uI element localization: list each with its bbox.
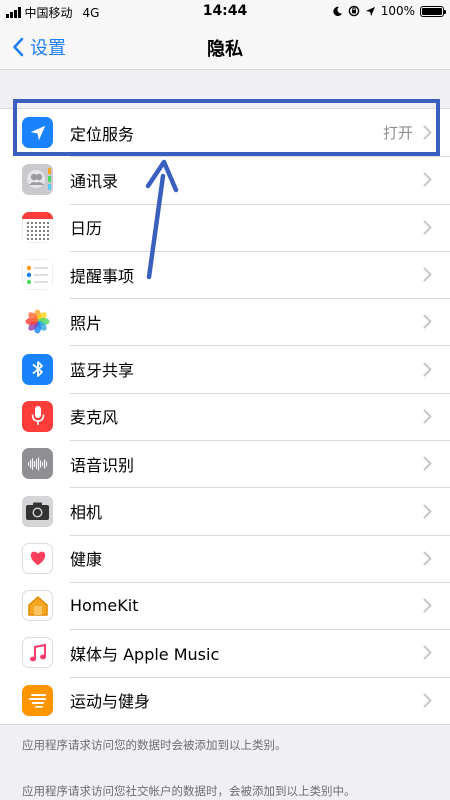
page-title: 隐私 xyxy=(207,39,243,60)
music-icon xyxy=(22,637,53,669)
row-label: 提醒事项 xyxy=(70,266,135,286)
footer-note-1: 应用程序请求访问您的数据时会被添加到以上类别。 xyxy=(22,738,287,752)
chevron-right-icon xyxy=(423,693,432,708)
privacy-row[interactable]: 运动与健身 xyxy=(0,676,450,724)
row-label: 媒体与 Apple Music xyxy=(70,644,220,664)
chevron-right-icon xyxy=(423,551,432,566)
microphone-icon xyxy=(22,400,53,432)
privacy-row[interactable]: 健康 xyxy=(0,534,450,582)
privacy-row[interactable]: 蓝牙共享 xyxy=(0,345,450,392)
privacy-row[interactable]: 通讯录 xyxy=(0,156,450,203)
row-label: 运动与健身 xyxy=(70,692,151,712)
status-bar: 中国移动 4G 14:44 100% xyxy=(0,0,450,24)
contacts-icon xyxy=(22,164,53,196)
location-status-icon xyxy=(365,6,375,16)
chevron-right-icon xyxy=(423,456,432,471)
highlight-box xyxy=(13,99,440,156)
privacy-row[interactable]: 语音识别 xyxy=(0,440,450,487)
calendar-icon xyxy=(22,211,53,243)
chevron-right-icon xyxy=(423,645,432,660)
battery-fill xyxy=(422,7,442,15)
row-label: 蓝牙共享 xyxy=(70,361,135,381)
row-label: 语音识别 xyxy=(70,455,135,475)
camera-icon xyxy=(22,495,53,527)
row-label: 麦克风 xyxy=(70,408,119,428)
privacy-row[interactable]: 相机 xyxy=(0,487,450,534)
privacy-row[interactable]: 日历 xyxy=(0,203,450,251)
navigation-bar: 设置 隐私 xyxy=(0,24,450,70)
row-label: 日历 xyxy=(70,219,103,239)
chevron-right-icon xyxy=(423,598,432,613)
speech-recognition-icon xyxy=(22,448,53,480)
row-label: 健康 xyxy=(70,550,103,570)
row-label: 照片 xyxy=(70,313,103,333)
privacy-list: 定位服务 打开 通讯录 日历 提醒事项 照片 蓝牙共享 麦克风 语音识别 相机 健康 HomeKit 媒… xyxy=(0,108,450,725)
row-label: 通讯录 xyxy=(70,171,119,191)
chevron-right-icon xyxy=(423,362,432,377)
privacy-row[interactable]: 提醒事项 xyxy=(0,250,450,298)
privacy-row[interactable]: 照片 xyxy=(0,298,450,345)
row-label: HomeKit xyxy=(70,596,139,616)
motion-fitness-icon xyxy=(22,684,53,716)
battery-icon xyxy=(420,5,446,17)
chevron-right-icon xyxy=(423,314,432,329)
photos-icon xyxy=(22,306,53,338)
battery-percent: 100% xyxy=(380,4,415,18)
chevron-right-icon xyxy=(423,267,432,282)
footer-note-2: 应用程序请求访问您社交帐户的数据时，会被添加到以上类别中。 xyxy=(22,784,356,798)
reminders-icon xyxy=(22,259,53,291)
chevron-right-icon xyxy=(423,220,432,235)
privacy-row[interactable]: 麦克风 xyxy=(0,392,450,440)
moon-icon xyxy=(333,6,342,16)
health-icon xyxy=(22,542,53,574)
chevron-right-icon xyxy=(423,504,432,519)
chevron-right-icon xyxy=(423,172,432,187)
homekit-icon xyxy=(22,590,53,622)
row-label: 相机 xyxy=(70,503,103,523)
status-right: 100% xyxy=(332,4,446,18)
privacy-row[interactable]: HomeKit xyxy=(0,581,450,629)
bluetooth-icon xyxy=(22,353,53,385)
privacy-row[interactable]: 媒体与 Apple Music xyxy=(0,629,450,676)
rotation-lock-icon xyxy=(348,5,359,17)
chevron-right-icon xyxy=(423,409,432,424)
